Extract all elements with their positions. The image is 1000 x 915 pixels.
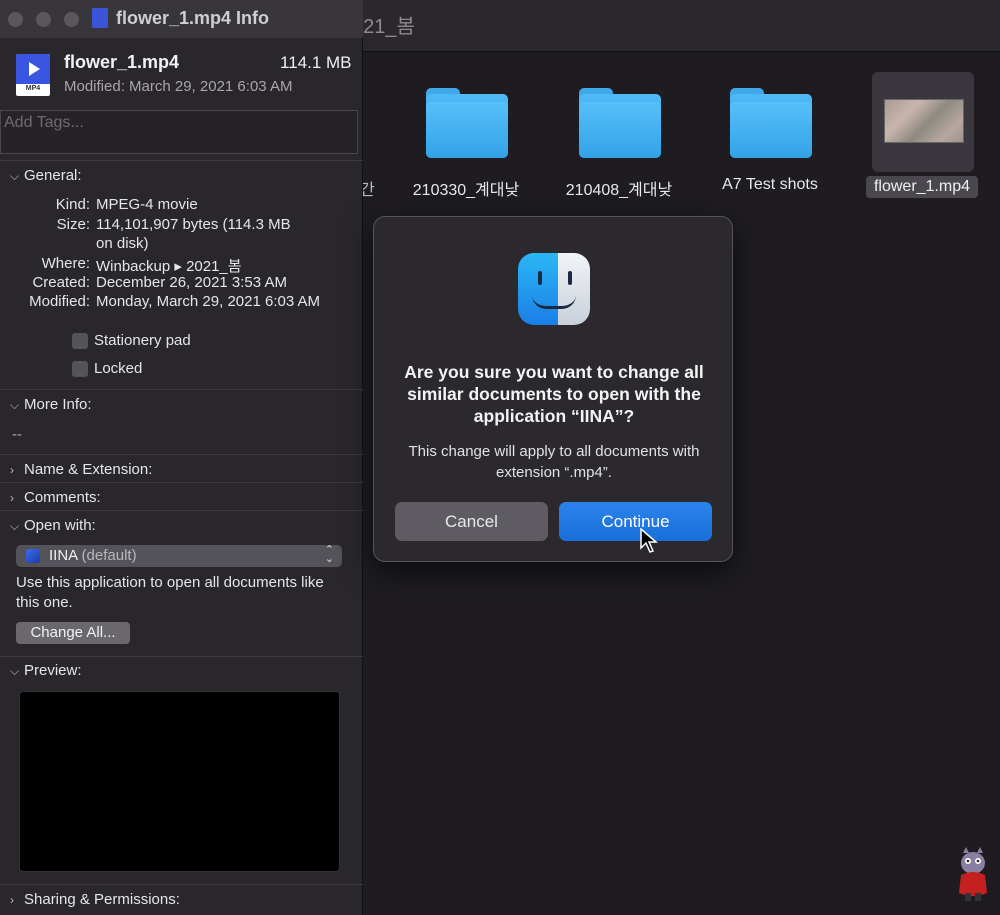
section-sharing-permissions[interactable]: › Sharing & Permissions: xyxy=(10,891,180,908)
continue-button[interactable]: Continue xyxy=(559,502,712,541)
folder-label: 210408_계대낮 xyxy=(565,182,673,199)
created-value: December 26, 2021 3:53 AM xyxy=(96,274,287,291)
file-size: 114.1 MB xyxy=(280,53,352,72)
locked-checkbox[interactable] xyxy=(72,361,88,377)
zoom-window-button[interactable] xyxy=(64,12,79,27)
chevron-right-icon: › xyxy=(10,491,14,505)
size-value-cont: on disk) xyxy=(96,235,149,252)
chevron-updown-icon: ⌃ ⌄ xyxy=(324,544,334,565)
kind-value: MPEG-4 movie xyxy=(96,196,198,213)
section-comments[interactable]: › Comments: xyxy=(10,489,101,506)
modified-value: Monday, March 29, 2021 6:03 AM xyxy=(96,293,321,310)
folder-item[interactable]: 210330_계대낮 xyxy=(401,80,531,210)
open-with-app-name: IINA (default) xyxy=(49,547,137,564)
window-title: flower_1.mp4 Info xyxy=(116,8,270,28)
info-panel: flower_1.mp4 Info MP4 flower_1.mp4 114.1… xyxy=(0,0,363,915)
tags-placeholder: Add Tags... xyxy=(4,114,84,131)
more-info-value: -- xyxy=(12,426,22,443)
close-window-button[interactable] xyxy=(8,12,23,27)
change-all-button[interactable]: Change All... xyxy=(16,622,130,644)
modified-line: Modified: March 29, 2021 6:03 AM xyxy=(64,78,293,95)
info-titlebar: flower_1.mp4 Info xyxy=(0,0,363,38)
stationery-checkbox[interactable] xyxy=(72,333,88,349)
chevron-right-icon: › xyxy=(10,463,14,477)
video-thumbnail[interactable] xyxy=(884,99,964,143)
mascot-sticker-icon xyxy=(959,847,987,901)
preview-area xyxy=(19,691,340,872)
folder-item[interactable]: 210408_계대낮 xyxy=(554,80,684,210)
minimize-window-button[interactable] xyxy=(36,12,51,27)
section-general[interactable]: ⌵ General: xyxy=(10,167,82,184)
where-value: Winbackup ▸ 2021_봄 xyxy=(96,258,242,275)
folder-icon xyxy=(730,88,812,158)
folder-item[interactable]: A7 Test shots xyxy=(705,80,835,210)
chevron-down-icon: ⌵ xyxy=(10,664,20,678)
size-key: Size: xyxy=(56,216,90,233)
mp4-file-icon: MP4 xyxy=(16,54,50,96)
confirm-dialog: Are you sure you want to change all simi… xyxy=(373,216,733,562)
stationery-label: Stationery pad xyxy=(94,332,191,349)
where-key: Where: xyxy=(41,255,90,272)
open-with-description: Use this application to open all documen… xyxy=(16,574,324,611)
created-key: Created: xyxy=(32,274,90,291)
finder-app-icon xyxy=(518,253,590,325)
dialog-title: Are you sure you want to change all simi… xyxy=(404,362,704,426)
section-preview[interactable]: ⌵ Preview: xyxy=(10,662,82,679)
selected-file-label[interactable]: flower_1.mp4 xyxy=(866,176,978,198)
chevron-down-icon: ⌵ xyxy=(10,519,20,533)
chevron-down-icon: ⌵ xyxy=(10,169,20,183)
dialog-message: This change will apply to all documents … xyxy=(408,443,700,481)
locked-label: Locked xyxy=(94,360,143,377)
folder-label: 210330_계대낮 xyxy=(412,182,520,199)
iina-app-icon xyxy=(26,549,40,563)
section-more-info[interactable]: ⌵ More Info: xyxy=(10,396,92,413)
cancel-button[interactable]: Cancel xyxy=(395,502,548,541)
folder-label: A7 Test shots xyxy=(722,176,818,193)
chevron-right-icon: › xyxy=(10,893,14,907)
file-name: flower_1.mp4 xyxy=(64,52,180,72)
kind-key: Kind: xyxy=(55,196,90,213)
folder-icon xyxy=(426,88,508,158)
folder-icon xyxy=(579,88,661,158)
modified-key: Modified: xyxy=(29,293,90,310)
chevron-down-icon: ⌵ xyxy=(10,398,20,412)
mouse-cursor-icon xyxy=(640,528,658,553)
open-with-select[interactable]: IINA (default) ⌃ ⌄ xyxy=(16,545,342,567)
size-value: 114,101,907 bytes (114.3 MB xyxy=(96,216,291,233)
mp4-file-icon xyxy=(92,8,108,28)
tags-input[interactable]: Add Tags... xyxy=(0,110,358,154)
section-name-extension[interactable]: › Name & Extension: xyxy=(10,461,152,478)
section-open-with[interactable]: ⌵ Open with: xyxy=(10,517,96,534)
